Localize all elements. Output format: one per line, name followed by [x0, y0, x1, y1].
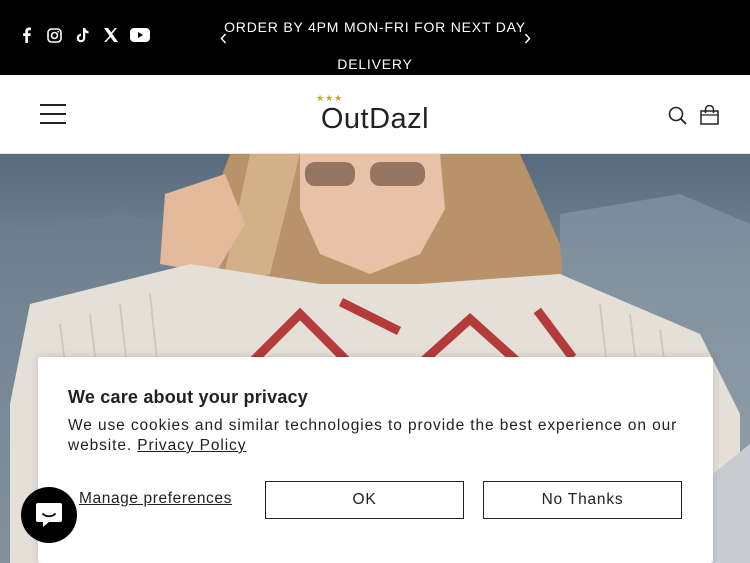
cookie-title: We care about your privacy [68, 387, 308, 407]
x-icon[interactable] [102, 26, 118, 44]
instagram-icon[interactable] [46, 26, 62, 44]
youtube-icon[interactable] [130, 26, 150, 44]
announcement-bar: ORDER BY 4PM MON-FRI FOR NEXT DAY DELIVE… [0, 0, 750, 75]
no-thanks-button[interactable]: No Thanks [483, 481, 682, 519]
announcement-next-button[interactable] [521, 28, 533, 48]
logo-text: OutDazl [320, 103, 430, 135]
chat-bubble-icon[interactable] [21, 487, 77, 543]
manage-preferences-link[interactable]: Manage preferences [79, 490, 232, 508]
social-links [18, 26, 150, 44]
cookie-description: We use cookies and similar technologies … [68, 416, 678, 456]
site-logo[interactable]: ★★★ OutDazl [312, 93, 438, 135]
hamburger-menu-icon[interactable] [40, 104, 66, 124]
facebook-icon[interactable] [18, 26, 34, 44]
announcement-text: ORDER BY 4PM MON-FRI FOR NEXT DAY DELIVE… [224, 19, 526, 72]
privacy-policy-link[interactable]: Privacy Policy [137, 437, 246, 454]
ok-button[interactable]: OK [265, 481, 464, 519]
cookie-consent-banner: We care about your privacy We use cookie… [38, 357, 713, 563]
site-header: ★★★ OutDazl [0, 75, 750, 154]
search-icon[interactable] [666, 104, 688, 126]
shopping-bag-icon[interactable] [698, 104, 720, 126]
tiktok-icon[interactable] [74, 26, 90, 44]
